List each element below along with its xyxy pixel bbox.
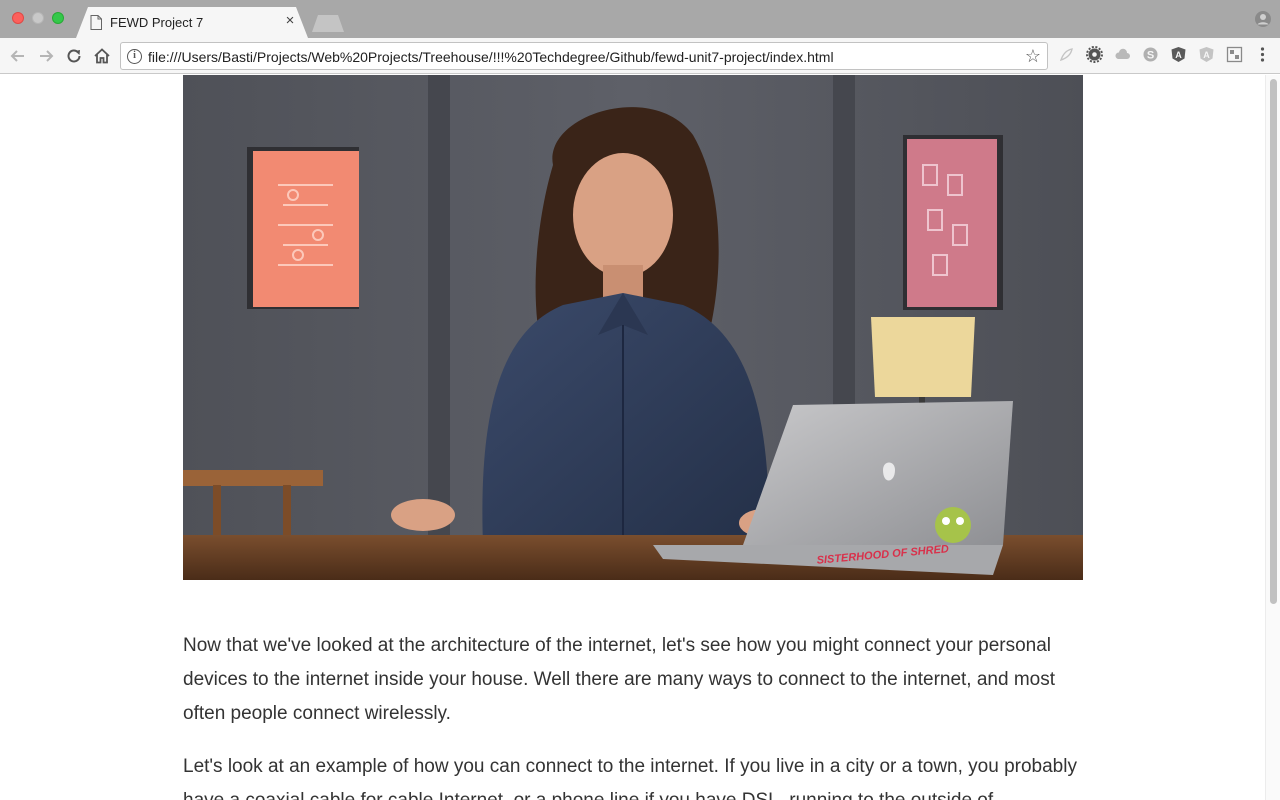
angular-icon[interactable]: A <box>1170 46 1187 63</box>
article-paragraph: Let's look at an example of how you can … <box>183 756 1077 800</box>
svg-text:S: S <box>1147 50 1154 62</box>
star-icon[interactable]: ☆ <box>1025 46 1041 66</box>
back-button[interactable] <box>8 46 28 66</box>
skype-icon[interactable]: S <box>1142 46 1159 63</box>
arrow-left-icon <box>10 50 24 62</box>
video-still-image[interactable]: SISTERHOOD OF SHRED <box>183 75 1083 580</box>
close-window-button[interactable] <box>12 12 24 24</box>
info-icon[interactable]: i <box>127 49 142 64</box>
minimize-window-button[interactable] <box>32 12 44 24</box>
tab-strip: FEWD Project 7 × <box>0 0 1280 38</box>
page-viewport[interactable]: SISTERHOOD OF SHRED Now that we've looke… <box>0 75 1280 800</box>
forward-button[interactable] <box>36 46 56 66</box>
url-text[interactable]: file:///Users/Basti/Projects/Web%20Proje… <box>148 49 834 65</box>
page-scrollbar[interactable] <box>1265 75 1280 800</box>
feather-icon[interactable] <box>1058 46 1075 63</box>
tab-title: FEWD Project 7 <box>110 15 204 30</box>
home-button[interactable] <box>92 46 112 66</box>
home-icon <box>94 48 110 64</box>
arrow-right-icon <box>40 50 54 62</box>
reload-icon <box>67 49 81 63</box>
gear-icon[interactable] <box>1086 46 1103 63</box>
cloud-icon[interactable] <box>1114 46 1131 63</box>
presenter-video-frame: SISTERHOOD OF SHRED <box>183 75 1083 580</box>
page-icon <box>90 15 102 30</box>
address-bar[interactable]: i file:///Users/Basti/Projects/Web%20Pro… <box>120 42 1048 70</box>
angular-outline-icon[interactable]: A <box>1198 46 1215 63</box>
tab-fewd-project-7[interactable]: FEWD Project 7 × <box>76 7 308 38</box>
svg-text:A: A <box>1175 50 1182 60</box>
reload-button[interactable] <box>64 46 84 66</box>
grid-icon[interactable] <box>1226 46 1243 63</box>
article-paragraph: Now that we've looked at the architectur… <box>183 635 1056 724</box>
article-body: Now that we've looked at the architectur… <box>183 629 1083 800</box>
scrollbar-thumb[interactable] <box>1270 79 1277 604</box>
tab-close-button[interactable]: × <box>282 13 298 29</box>
new-tab-button[interactable] <box>312 15 344 32</box>
person-icon[interactable] <box>1254 10 1272 28</box>
menu-dots-icon[interactable] <box>1254 46 1271 63</box>
fullscreen-window-button[interactable] <box>52 12 64 24</box>
svg-text:A: A <box>1203 50 1210 60</box>
